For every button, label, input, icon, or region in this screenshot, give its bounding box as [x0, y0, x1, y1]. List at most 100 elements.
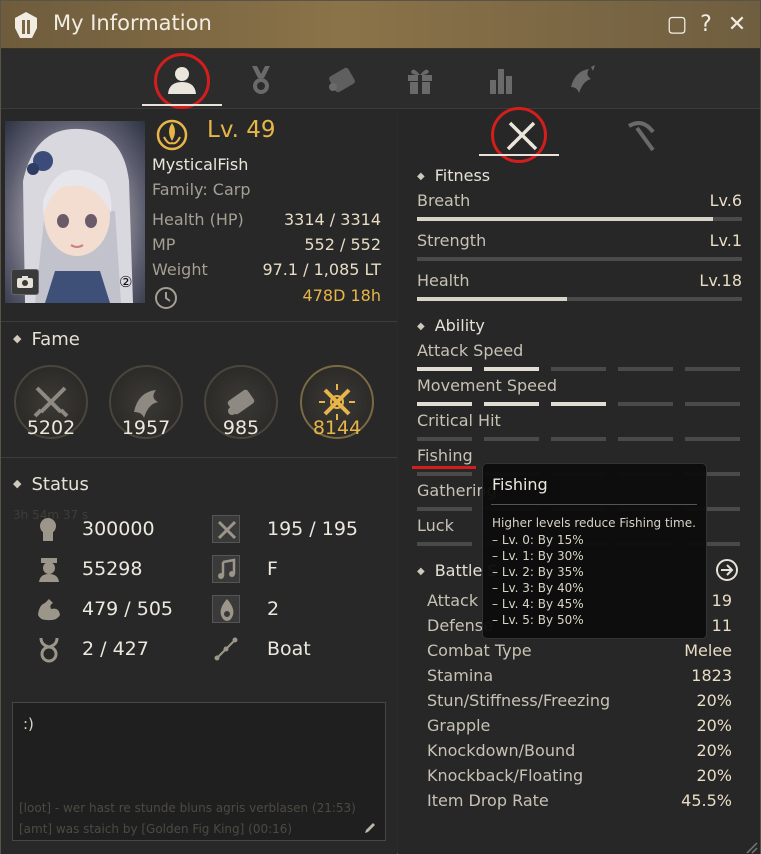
flame-icon [212, 595, 240, 623]
tools-icon [212, 515, 240, 543]
officer-icon [35, 555, 63, 583]
status-value: 2 [267, 598, 280, 620]
my-information-window: My Information ▢ ? ✕ ② Lv. 49 MysticalFi… [0, 0, 761, 854]
battle-label: Grapple [427, 716, 491, 735]
tab-stats[interactable] [478, 57, 524, 103]
fitness-label: Health [417, 271, 470, 290]
ability-segment [551, 437, 606, 441]
diamond-bullet-icon: ◆ [417, 321, 425, 332]
tooltip-item: – Lv. 1: By 30% [492, 549, 584, 563]
highlight-circle [154, 53, 210, 109]
tooltip-item: – Lv. 3: By 40% [492, 581, 584, 595]
ability-label: Critical Hit [417, 411, 501, 430]
ability-segment [685, 367, 740, 371]
fitness-label: Breath [417, 191, 471, 210]
fame-section-title: ◆ Fame [13, 329, 80, 350]
character-name: MysticalFish [152, 155, 249, 174]
ability-segment [484, 367, 539, 371]
ability-segment [484, 437, 539, 441]
status-value: 479 / 505 [82, 598, 174, 620]
battle-value: 11 [711, 616, 732, 635]
ability-label: Luck [417, 516, 454, 535]
tab-achievement[interactable] [238, 57, 284, 103]
tooltip-description: Higher levels reduce Fishing time. [492, 516, 696, 530]
status-value: F [267, 558, 278, 580]
pencil-icon[interactable] [363, 820, 377, 834]
ability-label: Attack Speed [417, 341, 524, 360]
ability-segment [551, 367, 606, 371]
resize-grip-icon[interactable] [744, 839, 758, 854]
diamond-bullet-icon: ◆ [13, 477, 22, 490]
arrow-right-icon[interactable] [716, 559, 738, 581]
ability-segment [417, 542, 472, 546]
level-emblem-icon [156, 117, 188, 151]
weight-label: Weight [152, 260, 208, 279]
tooltip-item: – Lv. 5: By 50% [492, 613, 584, 627]
fitness-bar-fill [417, 297, 567, 301]
memo-text: :) [23, 715, 34, 733]
battle-value: 45.5% [681, 791, 732, 810]
ability-segment [484, 402, 539, 406]
clock-icon [154, 286, 178, 310]
battle-value: 20% [696, 741, 732, 760]
memo-box[interactable]: :) [loot] - wer hast re stunde bluns agr… [12, 702, 386, 841]
weight-value: 97.1 / 1,085 LT [262, 260, 381, 279]
ability-segment [417, 472, 472, 476]
ability-label-fishing[interactable]: Fishing [417, 446, 473, 465]
fish-icon [571, 65, 595, 93]
tooltip-title: Fishing [492, 475, 548, 494]
sickle-icon [628, 121, 655, 152]
gift-icon [408, 69, 432, 94]
divider [1, 457, 397, 458]
camera-button[interactable] [11, 269, 39, 295]
title-bar[interactable]: My Information ▢ ? ✕ [1, 1, 760, 49]
active-tab-underline [142, 104, 222, 106]
close-button[interactable]: ✕ [725, 12, 749, 38]
divider [1, 321, 397, 322]
page-icon-button[interactable]: ▢ [665, 12, 689, 38]
battle-value: 1823 [691, 666, 732, 685]
status-value: 195 / 195 [267, 518, 359, 540]
character-portrait: ② [5, 121, 145, 303]
battle-label: Item Drop Rate [427, 791, 549, 810]
medal-icon [252, 66, 270, 94]
ability-label: Movement Speed [417, 376, 557, 395]
fitness-level: Lv.1 [709, 231, 742, 250]
battle-value: 20% [696, 716, 732, 735]
head-icon [35, 515, 63, 543]
fame-value: 5202 [26, 417, 76, 439]
music-note-icon [212, 555, 240, 583]
tab-fishing[interactable] [559, 57, 605, 103]
ability-segment [685, 402, 740, 406]
tooltip-divider [491, 504, 697, 505]
main-tab-bar [1, 49, 760, 109]
fitness-section-title: ◆ Fitness [417, 166, 491, 185]
character-level: Lv. 49 [207, 117, 276, 143]
battle-label: Knockdown/Bound [427, 741, 576, 760]
left-panel: ② Lv. 49 MysticalFish Family: Carp Healt… [1, 109, 397, 854]
diamond-bullet-icon: ◆ [13, 332, 22, 345]
battle-label: Knockback/Floating [427, 766, 584, 785]
hp-value: 3314 / 3314 [284, 210, 381, 229]
life-tab[interactable] [616, 113, 664, 157]
background-chat-line: [amt] was staich by [Golden Fig King] (0… [19, 822, 293, 836]
fame-value: 8144 [312, 417, 362, 439]
battle-label: Stun/Stiffness/Freezing [427, 691, 611, 710]
fishing-red-underline [412, 466, 476, 469]
ability-segment [551, 402, 606, 406]
mp-label: MP [152, 235, 176, 254]
tab-quest[interactable] [319, 57, 365, 103]
help-button[interactable]: ? [694, 12, 718, 38]
status-value: 300000 [82, 518, 155, 540]
tab-gift[interactable] [397, 57, 443, 103]
battle-value: 20% [696, 691, 732, 710]
scroll-fame-icon [227, 389, 255, 415]
fitness-bar [417, 257, 742, 261]
diamond-bullet-icon: ◆ [417, 566, 425, 577]
battle-label: Combat Type [427, 641, 532, 660]
ability-segment [618, 402, 673, 406]
tooltip-item: – Lv. 2: By 35% [492, 565, 584, 579]
fitness-level: Lv.18 [699, 271, 742, 290]
scroll-icon [329, 67, 355, 93]
battle-value: 19 [711, 591, 732, 610]
